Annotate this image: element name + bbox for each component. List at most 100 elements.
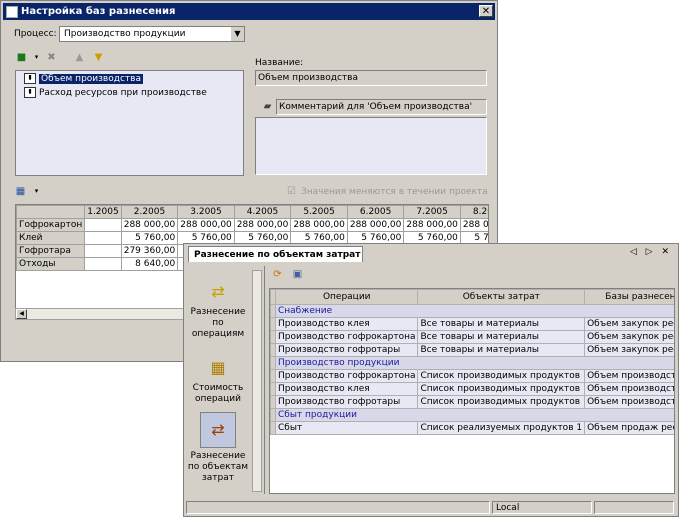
ops-column-header[interactable]: Объекты затрат: [417, 289, 586, 305]
grid-options-dropdown-icon[interactable]: ▾: [31, 186, 42, 197]
ops-cell[interactable]: Все товары и материалы: [417, 343, 586, 357]
sidebar-item-label: Разнесение по операциям: [190, 307, 246, 339]
grid-options-icon[interactable]: ▦: [15, 186, 26, 197]
tree-item[interactable]: ▮ Объем производства: [24, 73, 143, 84]
grid-cell[interactable]: 288 000,00: [233, 218, 292, 232]
grid-column-header[interactable]: 4.2005: [233, 205, 292, 219]
table-row[interactable]: Гофрокартон 288 000,00 288 000,00 288 000,0…: [16, 218, 488, 232]
grid-cell[interactable]: [84, 257, 122, 271]
values-change-checkbox-label: Значения меняются в течении проекта: [301, 187, 488, 197]
table-row[interactable]: Производство гофротары Список производимы…: [270, 395, 674, 409]
grid-cell[interactable]: 288 000,00: [177, 218, 235, 232]
ops-cell[interactable]: Сбыт: [274, 421, 419, 435]
tree-item[interactable]: ▮ Расход ресурсов при производстве: [24, 87, 207, 98]
table-row[interactable]: Производство клея Список производимых про…: [270, 382, 674, 396]
comment-label: Комментарий для 'Объем производства': [279, 102, 473, 112]
ops-cell[interactable]: Все товары и материалы: [417, 330, 586, 344]
grid-cell[interactable]: 5 760,00: [120, 231, 179, 245]
ops-cell[interactable]: Производство гофротары: [274, 343, 419, 357]
process-select[interactable]: Производство продукции ▼: [59, 26, 245, 42]
panel-nav-controls[interactable]: ◁ ▷ ✕: [630, 247, 672, 257]
refresh-icon[interactable]: ⟳: [272, 269, 283, 280]
allocation-objects-icon: ⇄: [200, 412, 236, 448]
grid-column-header[interactable]: 5.2005: [290, 205, 348, 219]
ops-cell[interactable]: Объем производства: [584, 382, 674, 396]
sidebar-item-allocation-by-operations[interactable]: ⇄ Разнесение по операциям: [186, 280, 250, 340]
grid-column-header[interactable]: [16, 205, 86, 219]
group-row[interactable]: Производство продукции: [270, 356, 674, 370]
grid-cell[interactable]: 279 360,00: [120, 244, 179, 258]
move-up-icon[interactable]: ▲: [74, 52, 85, 63]
close-button[interactable]: ✕: [479, 5, 493, 17]
ops-cell[interactable]: Объем продаж ресурсов: [584, 421, 674, 435]
add-dropdown-icon[interactable]: ▾: [31, 52, 42, 63]
grid-cell[interactable]: 288 000,00: [120, 218, 179, 232]
process-select-value: Производство продукции: [64, 29, 186, 39]
table-row[interactable]: Сбыт Список реализуемых продуктов 1 Объем …: [270, 421, 674, 435]
group-title: Снабжение: [274, 304, 674, 318]
status-cell: [594, 501, 674, 514]
chevron-down-icon[interactable]: ▼: [230, 27, 244, 41]
tab-allocation-by-cost-objects[interactable]: Разнесение по объектам затрат: [188, 246, 363, 262]
sidebar-item-operation-cost[interactable]: ▦ Стоимость операций: [186, 356, 250, 405]
grid-column-header[interactable]: 6.2005: [346, 205, 405, 219]
grid-column-header[interactable]: 1.2005: [84, 205, 122, 219]
ops-cell[interactable]: Объем закупок ресурсов: [584, 317, 674, 331]
grid-column-header[interactable]: 8.2005: [459, 205, 488, 219]
ops-cell[interactable]: Список производимых продуктов: [417, 395, 586, 409]
ops-cell[interactable]: Объем закупок ресурсов: [584, 330, 674, 344]
group-row[interactable]: Сбыт продукции: [270, 408, 674, 422]
comment-field[interactable]: [255, 117, 487, 175]
delete-icon[interactable]: ✖: [46, 52, 57, 63]
add-item-icon[interactable]: ■: [16, 52, 27, 63]
sidebar-item-label: Стоимость операций: [192, 383, 244, 404]
edit-table-icon[interactable]: ▣: [292, 269, 303, 280]
name-field[interactable]: Объем производства: [255, 70, 487, 86]
ops-cell[interactable]: Список производимых продуктов: [417, 369, 586, 383]
row-header: Гофрокартон: [16, 218, 86, 232]
chart-icon: ▮: [24, 87, 36, 98]
grid-cell[interactable]: 8 640,00: [120, 257, 179, 271]
grid-column-header[interactable]: 2.2005: [120, 205, 179, 219]
grid-cell[interactable]: 288 000,00: [459, 218, 488, 232]
ops-cell[interactable]: Объем производства: [584, 395, 674, 409]
grid-cell[interactable]: [84, 244, 122, 258]
grid-column-header[interactable]: 3.2005: [177, 205, 235, 219]
ops-cell[interactable]: Все товары и материалы: [417, 317, 586, 331]
grid-cell[interactable]: 288 000,00: [346, 218, 405, 232]
ops-cell[interactable]: Производство гофрокартона: [274, 369, 419, 383]
ops-cell[interactable]: Список производимых продуктов: [417, 382, 586, 396]
ops-cell[interactable]: Объем закупок ресурсов: [584, 343, 674, 357]
ops-cell[interactable]: Производство гофротары: [274, 395, 419, 409]
ops-cell[interactable]: Объем производства: [584, 369, 674, 383]
ops-cell[interactable]: Производство гофрокартона: [274, 330, 419, 344]
table-row[interactable]: Производство гофрокартона Список производ…: [270, 369, 674, 383]
ops-cell[interactable]: Производство клея: [274, 382, 419, 396]
grid-cell[interactable]: [84, 218, 122, 232]
ops-column-header[interactable]: Базы разнесения: [584, 289, 674, 305]
grid-cell[interactable]: [84, 231, 122, 245]
name-field-value: Объем производства: [258, 73, 358, 83]
grid-cell[interactable]: 288 000,00: [290, 218, 348, 232]
status-cell: [186, 501, 490, 514]
scroll-left-icon[interactable]: ◀: [16, 309, 27, 319]
group-title: Производство продукции: [274, 356, 674, 370]
grid-column-header[interactable]: 7.2005: [403, 205, 461, 219]
table-row[interactable]: Производство гофрокартона Все товары и ма…: [270, 330, 674, 344]
ops-cell[interactable]: Список реализуемых продуктов 1: [417, 421, 586, 435]
move-down-icon[interactable]: ▼: [93, 52, 104, 63]
row-header: Клей: [16, 231, 86, 245]
table-row[interactable]: Производство клея Все товары и материалы О…: [270, 317, 674, 331]
checkbox-icon[interactable]: ☑: [286, 186, 297, 197]
status-bar: Local: [184, 500, 678, 516]
table-row[interactable]: Производство гофротары Все товары и матер…: [270, 343, 674, 357]
tree-item-label: Объем производства: [39, 74, 143, 84]
grid-cell[interactable]: 288 000,00: [403, 218, 461, 232]
process-label: Процесс:: [14, 29, 57, 39]
ops-cell[interactable]: Производство клея: [274, 317, 419, 331]
ops-column-header[interactable]: Операции: [274, 289, 419, 305]
row-header: Отходы: [16, 257, 86, 271]
group-row[interactable]: Снабжение: [270, 304, 674, 318]
sidebar-scrollbar[interactable]: [252, 270, 262, 492]
sidebar-item-allocation-by-cost-objects[interactable]: ⇄ Разнесение по объектам затрат: [186, 412, 250, 484]
